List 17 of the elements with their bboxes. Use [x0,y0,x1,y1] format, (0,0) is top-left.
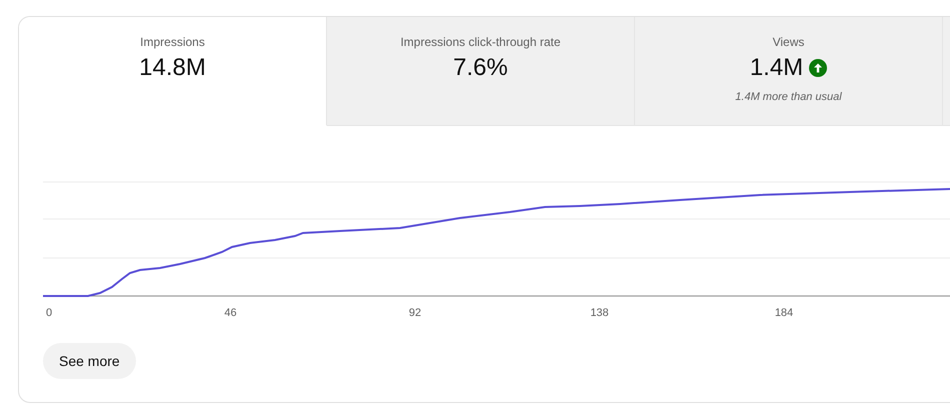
metric-tab[interactable]: Views 1.4M 1.4M more than usual [635,17,943,126]
metric-value: 7.6% [453,53,508,83]
axis-tick-label: 138 [590,307,609,319]
metric-tab[interactable]: Impressions 14.8M [19,17,327,126]
metric-tab[interactable]: Impressions click-through rate 7.6% [327,17,635,126]
axis-tick-label: 184 [774,307,794,319]
see-more-button[interactable]: See more [43,343,136,379]
metric-value: 14.8M [139,53,206,83]
axis-tick-label: 92 [408,307,422,319]
axis-tick-label: 46 [224,307,237,319]
metric-label: Impressions [140,35,205,50]
comparison-note: 1.4M more than usual [735,91,842,103]
metric-value: 1.4M [750,53,804,83]
metric-label: Views [772,35,804,50]
metric-label: Impressions click-through rate [400,35,561,50]
partial-tab[interactable] [943,17,950,126]
axis-tick-label: 0 [46,307,52,319]
